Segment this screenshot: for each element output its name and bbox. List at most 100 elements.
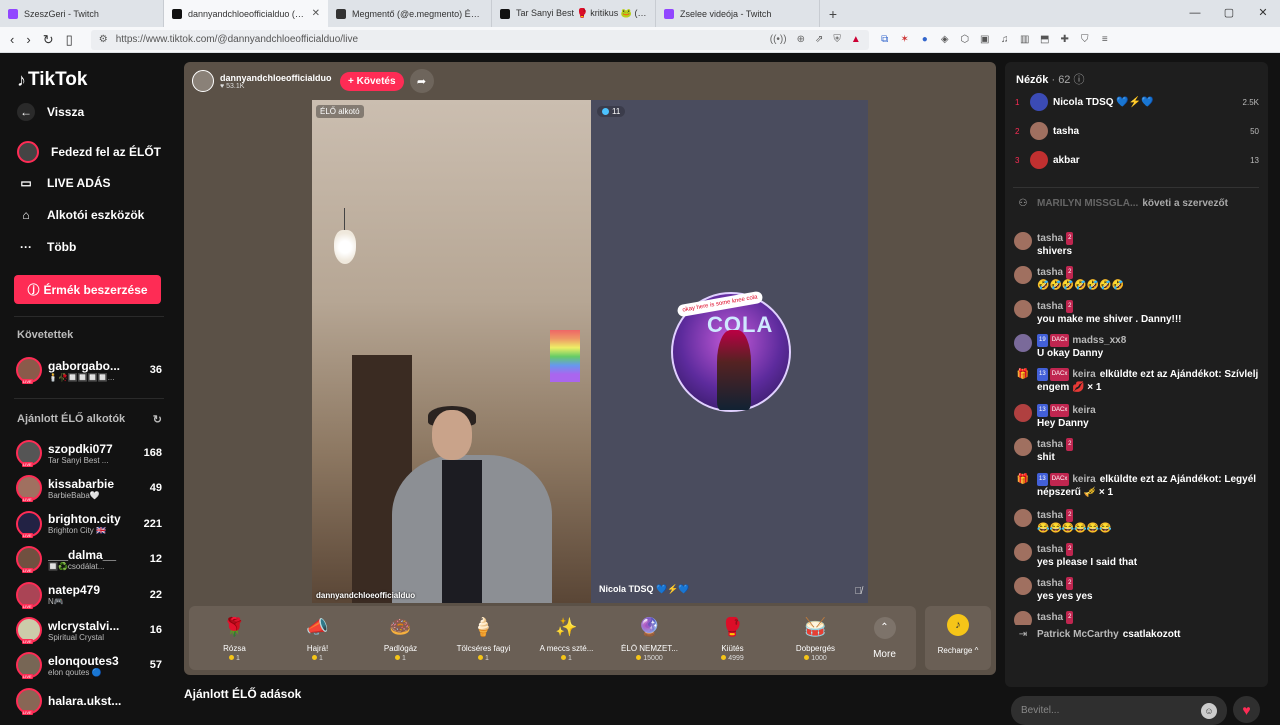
top-viewer-row[interactable]: 2 tasha 50 [1015, 121, 1259, 141]
chat-message[interactable]: tasha 2 😂😂😂😂😂😂 [1014, 509, 1264, 535]
chat-message[interactable]: tasha 2 shit [1014, 438, 1264, 464]
gift-item[interactable]: 🥁 Dobpergés 1000 [774, 614, 857, 663]
creator-item[interactable]: LIVE ___dalma__ 🔲♻️csodálat... 12 [16, 544, 162, 574]
host-video[interactable]: ÉLŐ alkotó dannyandchloeofficialduo [312, 100, 591, 603]
gift-item[interactable]: 🍦 Tölcséres fagyi 1 [442, 614, 525, 663]
new-tab-button[interactable]: + [820, 0, 846, 27]
chat-username[interactable]: tasha [1037, 612, 1063, 623]
browser-tab[interactable]: dannyandchloeofficialduo (@dan ✕ [164, 0, 328, 27]
bookmark-icon[interactable]: ▯ [66, 32, 73, 48]
chat-input[interactable]: Bevitel... ☺ [1011, 696, 1227, 725]
extension-icon[interactable]: ⬒ [1039, 34, 1051, 46]
puzzle-icon[interactable]: ✚ [1059, 34, 1071, 46]
host-name[interactable]: dannyandchloeofficialduo [220, 73, 332, 83]
chat-username[interactable]: MARILYN MISSGLA... [1037, 198, 1138, 209]
extension-icon[interactable]: ● [919, 34, 931, 46]
chat-message[interactable]: ⚇ MARILYN MISSGLA... követi a szervezőt [1014, 197, 1264, 215]
follow-button[interactable]: + Követés [340, 71, 404, 91]
chat-message[interactable]: tasha 2 shivers [1014, 232, 1264, 258]
extension-icon[interactable]: ✶ [899, 34, 911, 46]
back-link[interactable]: ← Vissza [17, 103, 84, 121]
back-arrow-icon[interactable]: ‹ [10, 32, 14, 48]
chat-message[interactable]: tasha 2 yes yes yes [1014, 577, 1264, 603]
gift-item[interactable]: 🍩 Padlógáz 1 [359, 614, 442, 663]
creator-item[interactable]: LIVE kissabarbie BarbieBaba🤍 49 [16, 473, 162, 503]
guest-video[interactable]: 11 COLA okay here is some knee cola Nico… [591, 100, 868, 603]
close-window-icon[interactable]: ✕ [1246, 0, 1280, 27]
gift-item[interactable]: 📣 Hajrá! 1 [276, 614, 359, 663]
browser-tab[interactable]: SzeszGeri - Twitch [0, 0, 164, 27]
chat-message[interactable]: tasha 2 🤣🤣🤣🤣🤣🤣🤣 [1014, 266, 1264, 292]
creator-item[interactable]: LIVE natep479 N🎮 22 [16, 580, 162, 610]
vpn-icon[interactable]: ⛉ [1079, 34, 1091, 46]
chat-username[interactable]: tasha [1037, 301, 1063, 312]
creator-item[interactable]: LIVE elonqoutes3 elon qoutes 🔵 57 [16, 650, 162, 680]
chat-username[interactable]: tasha [1037, 510, 1063, 521]
sidebar-item-explore-live[interactable]: Fedezd fel az ÉLŐT [17, 141, 161, 163]
chat-username[interactable]: Patrick McCarthy [1037, 629, 1119, 640]
warning-icon[interactable]: ▲ [851, 34, 861, 45]
forward-arrow-icon[interactable]: › [26, 32, 30, 48]
chat-message[interactable]: tasha 2 you make me shiver . Danny!!! [1014, 300, 1264, 326]
more-gifts-button[interactable]: ⌃ More [857, 616, 912, 660]
creator-item[interactable]: LIVE brighton.city Brighton City 🇬🇧 221 [16, 509, 162, 539]
get-coins-button[interactable]: ⓙ Érmék beszerzése [14, 275, 161, 304]
chat-username[interactable]: tasha [1037, 233, 1063, 244]
recharge-button[interactable]: ♪ Recharge ^ [925, 606, 991, 670]
maximize-icon[interactable]: ▢ [1212, 0, 1246, 27]
info-icon[interactable]: ⓘ [1074, 74, 1085, 86]
sidebar-item-creator-tools[interactable]: ⌂ Alkotói eszközök [17, 206, 144, 224]
browser-tab[interactable]: Megmentő (@e.megmento) ÉLŐ adá [328, 0, 492, 27]
music-icon[interactable]: ♫ [999, 34, 1011, 46]
extension-icon[interactable]: ▣ [979, 34, 991, 46]
chat-message[interactable]: 🎁 13 DACx keira elküldte ezt az Ajándékot: S… [1014, 368, 1264, 394]
shield-icon[interactable]: ⛨ [833, 34, 841, 45]
chat-username[interactable]: keira [1072, 405, 1095, 416]
top-viewer-row[interactable]: 3 akbar 13 [1015, 150, 1259, 170]
chat-username[interactable]: madss_xx8 [1072, 335, 1126, 346]
emoji-icon[interactable]: ☺ [1201, 702, 1217, 719]
extension-icon[interactable]: ◈ [939, 34, 951, 46]
gift-item[interactable]: 🌹 Rózsa 1 [193, 614, 276, 663]
creator-item[interactable]: LIVE halara.ukst... [16, 686, 162, 716]
url-field[interactable]: ⚙ https://www.tiktok.com/@dannyandchloeo… [90, 29, 869, 50]
menu-icon[interactable]: ≡ [1099, 34, 1111, 46]
sidebar-item-more[interactable]: ··· Több [17, 238, 76, 256]
cast-icon[interactable]: ((•)) [770, 34, 787, 45]
gift-item[interactable]: 🔮 ÉLŐ NEMZET... 15000 [608, 614, 691, 663]
translate-icon[interactable]: ⧉ [879, 34, 891, 46]
chat-username[interactable]: tasha [1037, 544, 1063, 555]
chat-message[interactable]: ⇥ Patrick McCarthy csatlakozott [1014, 628, 1264, 646]
viewers-header[interactable]: Nézők · 62 ⓘ [1016, 71, 1085, 87]
avatar[interactable] [192, 70, 214, 92]
share-page-icon[interactable]: ⇗ [815, 34, 823, 45]
sidebar-icon[interactable]: ▥ [1019, 34, 1031, 46]
chat-message[interactable]: tasha 2 [1014, 611, 1264, 625]
sidebar-item-live[interactable]: ▭ LIVE ADÁS [17, 174, 110, 192]
tiktok-logo[interactable]: ♪ TikTok [17, 69, 87, 91]
chat-username[interactable]: tasha [1037, 439, 1063, 450]
refresh-icon[interactable]: ↻ [153, 413, 162, 426]
creator-item[interactable]: LIVE wlcrystalvi... Spiritual Crystal 16 [16, 615, 162, 645]
chat-username[interactable]: keira [1072, 369, 1095, 380]
chat-message[interactable]: 🎁 13 DACx keira elküldte ezt az Ajándékot: L… [1014, 473, 1264, 499]
reload-icon[interactable]: ↻ [43, 32, 54, 48]
chat-message[interactable]: 19 DACx madss_xx8 U okay Danny [1014, 334, 1264, 360]
creator-item[interactable]: LIVE gaborgabo... 🕯️🥀🔲🔲🔲🔲... 36 [16, 355, 162, 385]
close-tab-icon[interactable]: ✕ [312, 8, 320, 19]
browser-tab[interactable]: Tar Sanyi Best 🥊 kritikus 🐸 (@szop [492, 0, 656, 27]
top-viewer-row[interactable]: 1 Nicola TDSQ 💙⚡💙 2.5K [1015, 92, 1259, 112]
chat-username[interactable]: tasha [1037, 578, 1063, 589]
chat-message[interactable]: tasha 2 yes please I said that [1014, 543, 1264, 569]
creator-item[interactable]: LIVE szopdki077 Tar Sanyi Best ... 168 [16, 438, 162, 468]
browser-tab[interactable]: Zselee videója - Twitch [656, 0, 820, 27]
chat-username[interactable]: keira [1072, 474, 1095, 485]
site-settings-icon[interactable]: ⚙ [99, 34, 108, 45]
gift-item[interactable]: ✨ A meccs szté... 1 [525, 614, 608, 663]
minimize-icon[interactable]: — [1178, 0, 1212, 27]
chat-message[interactable]: 13 DACx keira Hey Danny [1014, 404, 1264, 430]
extension-icon[interactable]: ⬡ [959, 34, 971, 46]
gift-item[interactable]: 🥊 Kiütés 4999 [691, 614, 774, 663]
share-icon[interactable]: ➦ [409, 69, 434, 93]
chat-username[interactable]: tasha [1037, 267, 1063, 278]
